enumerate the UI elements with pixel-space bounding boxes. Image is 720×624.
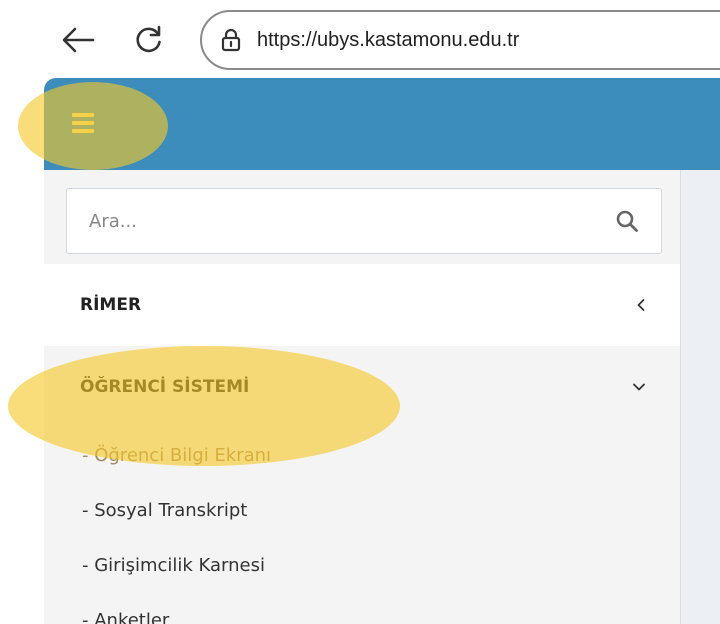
sidebar-item-label: RİMER bbox=[80, 295, 142, 315]
submenu-item-girisimcilik-karnesi[interactable]: - Girişimcilik Karnesi bbox=[44, 538, 680, 593]
reload-icon bbox=[136, 25, 161, 53]
chevron-down-icon bbox=[633, 383, 645, 391]
browser-toolbar: https://ubys.kastamonu.edu.tr bbox=[0, 0, 720, 78]
back-button[interactable] bbox=[60, 22, 96, 58]
sidebar-item-ogrenci-sistemi[interactable]: ÖĞRENCİ SİSTEMİ bbox=[44, 346, 680, 428]
sidebar-item-rimer[interactable]: RİMER bbox=[44, 264, 680, 346]
submenu-item-anketler[interactable]: - Anketler bbox=[44, 593, 680, 624]
address-bar[interactable]: https://ubys.kastamonu.edu.tr bbox=[200, 10, 720, 70]
sidebar-search bbox=[66, 188, 662, 254]
web-page: RİMER ÖĞRENCİ SİSTEMİ - Öğrenci Bilgi Ek… bbox=[44, 78, 720, 624]
lock-icon[interactable] bbox=[221, 28, 243, 52]
top-navbar bbox=[44, 78, 720, 170]
submenu-item-sosyal-transkript[interactable]: - Sosyal Transkript bbox=[44, 483, 680, 538]
screenshot-stage: https://ubys.kastamonu.edu.tr RİMER bbox=[0, 0, 720, 624]
sidebar-item-label: ÖĞRENCİ SİSTEMİ bbox=[80, 377, 250, 397]
search-icon[interactable] bbox=[615, 209, 639, 233]
submenu-item-ogrenci-bilgi-ekrani[interactable]: - Öğrenci Bilgi Ekranı bbox=[44, 428, 680, 483]
url-text[interactable]: https://ubys.kastamonu.edu.tr bbox=[257, 29, 519, 52]
sidebar: RİMER ÖĞRENCİ SİSTEMİ - Öğrenci Bilgi Ek… bbox=[44, 170, 680, 624]
sidebar-toggle-button[interactable] bbox=[72, 113, 94, 133]
hamburger-icon bbox=[72, 113, 94, 117]
reload-button[interactable] bbox=[131, 22, 167, 58]
main-content bbox=[680, 170, 720, 624]
arrow-left-icon bbox=[62, 27, 95, 53]
search-input[interactable] bbox=[89, 210, 549, 232]
chevron-left-icon bbox=[637, 299, 645, 311]
ogrenci-sistemi-submenu: - Öğrenci Bilgi Ekranı - Sosyal Transkri… bbox=[44, 428, 680, 624]
